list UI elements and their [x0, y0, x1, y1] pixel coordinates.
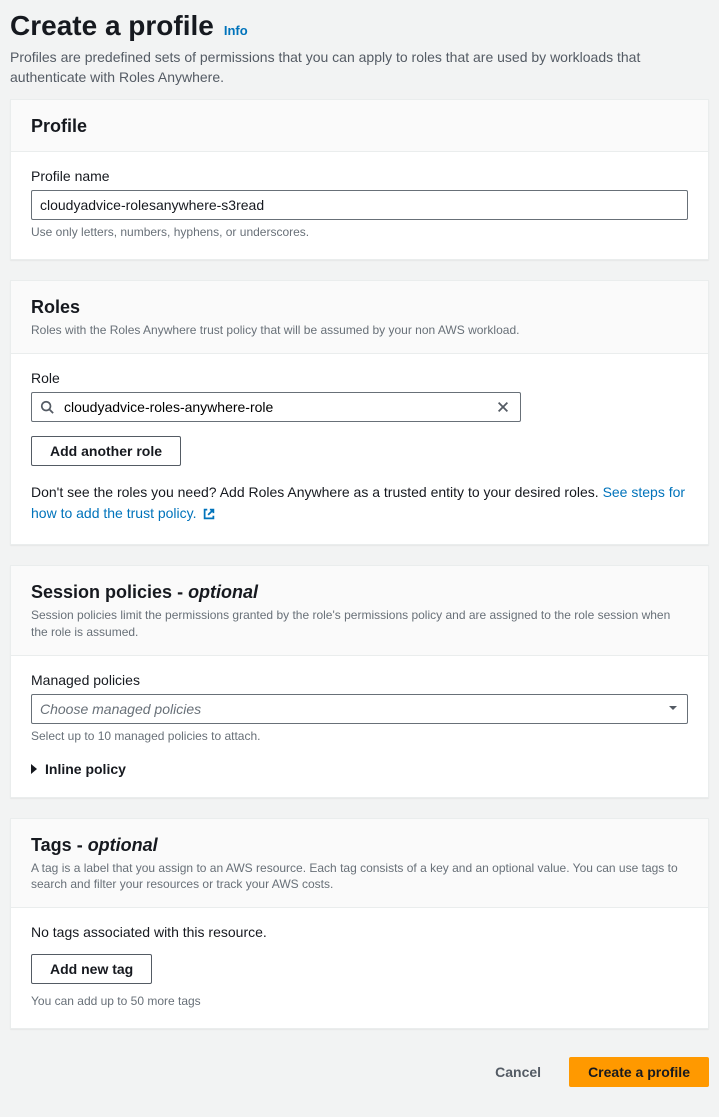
- search-icon: [32, 400, 60, 414]
- cancel-button[interactable]: Cancel: [477, 1057, 559, 1087]
- page-header: Create a profile Info Profiles are prede…: [10, 10, 709, 99]
- tags-panel: Tags - optional A tag is a label that yo…: [10, 818, 709, 1030]
- profile-panel-title: Profile: [31, 116, 688, 137]
- profile-panel-header: Profile: [11, 100, 708, 152]
- page-title: Create a profile: [10, 10, 214, 42]
- chevron-down-icon: [667, 701, 679, 717]
- role-search-input[interactable]: [60, 393, 486, 421]
- tags-panel-title: Tags - optional: [31, 835, 688, 856]
- role-label: Role: [31, 370, 688, 386]
- roles-panel-sub: Roles with the Roles Anywhere trust poli…: [31, 322, 688, 339]
- create-profile-button[interactable]: Create a profile: [569, 1057, 709, 1087]
- session-policies-sub: Session policies limit the permissions g…: [31, 607, 688, 641]
- profile-panel: Profile Profile name Use only letters, n…: [10, 99, 709, 260]
- inline-policy-label: Inline policy: [45, 761, 126, 777]
- external-link-icon: [202, 507, 216, 521]
- managed-policies-placeholder: Choose managed policies: [40, 701, 667, 717]
- close-icon: [496, 400, 510, 414]
- tags-panel-sub: A tag is a label that you assign to an A…: [31, 860, 688, 894]
- roles-panel-title: Roles: [31, 297, 688, 318]
- roles-panel: Roles Roles with the Roles Anywhere trus…: [10, 280, 709, 545]
- session-policies-title: Session policies - optional: [31, 582, 688, 603]
- add-new-tag-button[interactable]: Add new tag: [31, 954, 152, 984]
- session-policies-header: Session policies - optional Session poli…: [11, 566, 708, 656]
- profile-name-helper: Use only letters, numbers, hyphens, or u…: [31, 225, 688, 239]
- tags-limit-text: You can add up to 50 more tags: [31, 994, 688, 1008]
- footer-actions: Cancel Create a profile: [10, 1049, 709, 1107]
- add-another-role-button[interactable]: Add another role: [31, 436, 181, 466]
- caret-right-icon: [31, 764, 37, 774]
- roles-note-text: Don't see the roles you need? Add Roles …: [31, 484, 603, 500]
- profile-name-label: Profile name: [31, 168, 688, 184]
- clear-role-button[interactable]: [486, 400, 520, 414]
- tags-panel-header: Tags - optional A tag is a label that yo…: [11, 819, 708, 909]
- role-search-field[interactable]: [31, 392, 521, 422]
- managed-policies-label: Managed policies: [31, 672, 688, 688]
- profile-name-input[interactable]: [31, 190, 688, 220]
- inline-policy-toggle[interactable]: Inline policy: [31, 761, 688, 777]
- roles-note: Don't see the roles you need? Add Roles …: [31, 482, 688, 524]
- session-policies-panel: Session policies - optional Session poli…: [10, 565, 709, 798]
- managed-policies-select[interactable]: Choose managed policies: [31, 694, 688, 724]
- managed-policies-helper: Select up to 10 managed policies to atta…: [31, 729, 688, 743]
- roles-panel-header: Roles Roles with the Roles Anywhere trus…: [11, 281, 708, 354]
- tags-empty-text: No tags associated with this resource.: [31, 924, 688, 940]
- info-link[interactable]: Info: [224, 23, 248, 38]
- page-description: Profiles are predefined sets of permissi…: [10, 48, 709, 87]
